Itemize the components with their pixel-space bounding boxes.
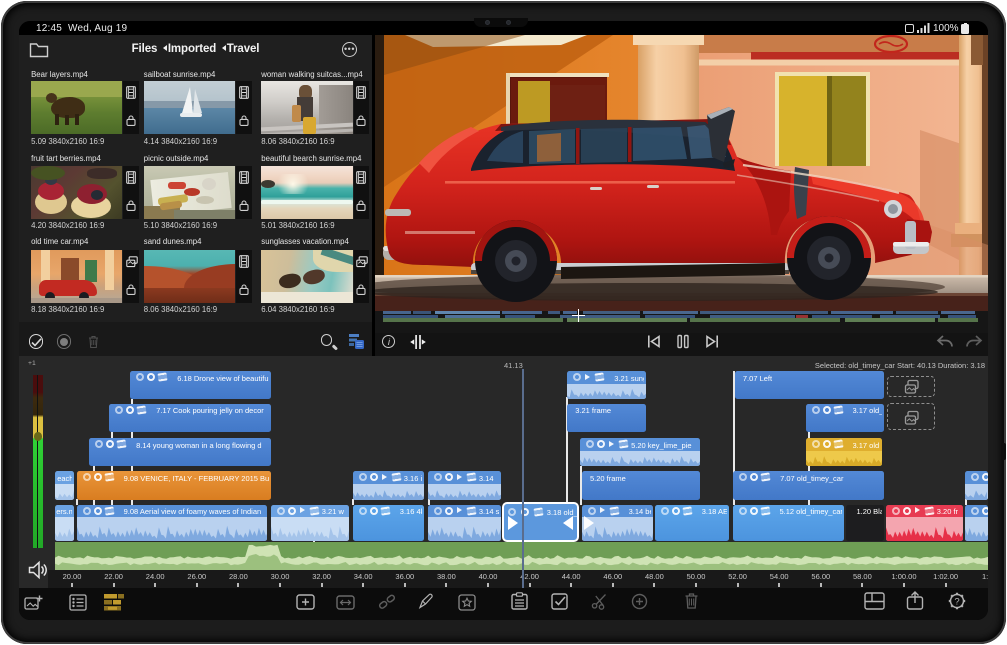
svg-text:?: ? (954, 597, 959, 608)
